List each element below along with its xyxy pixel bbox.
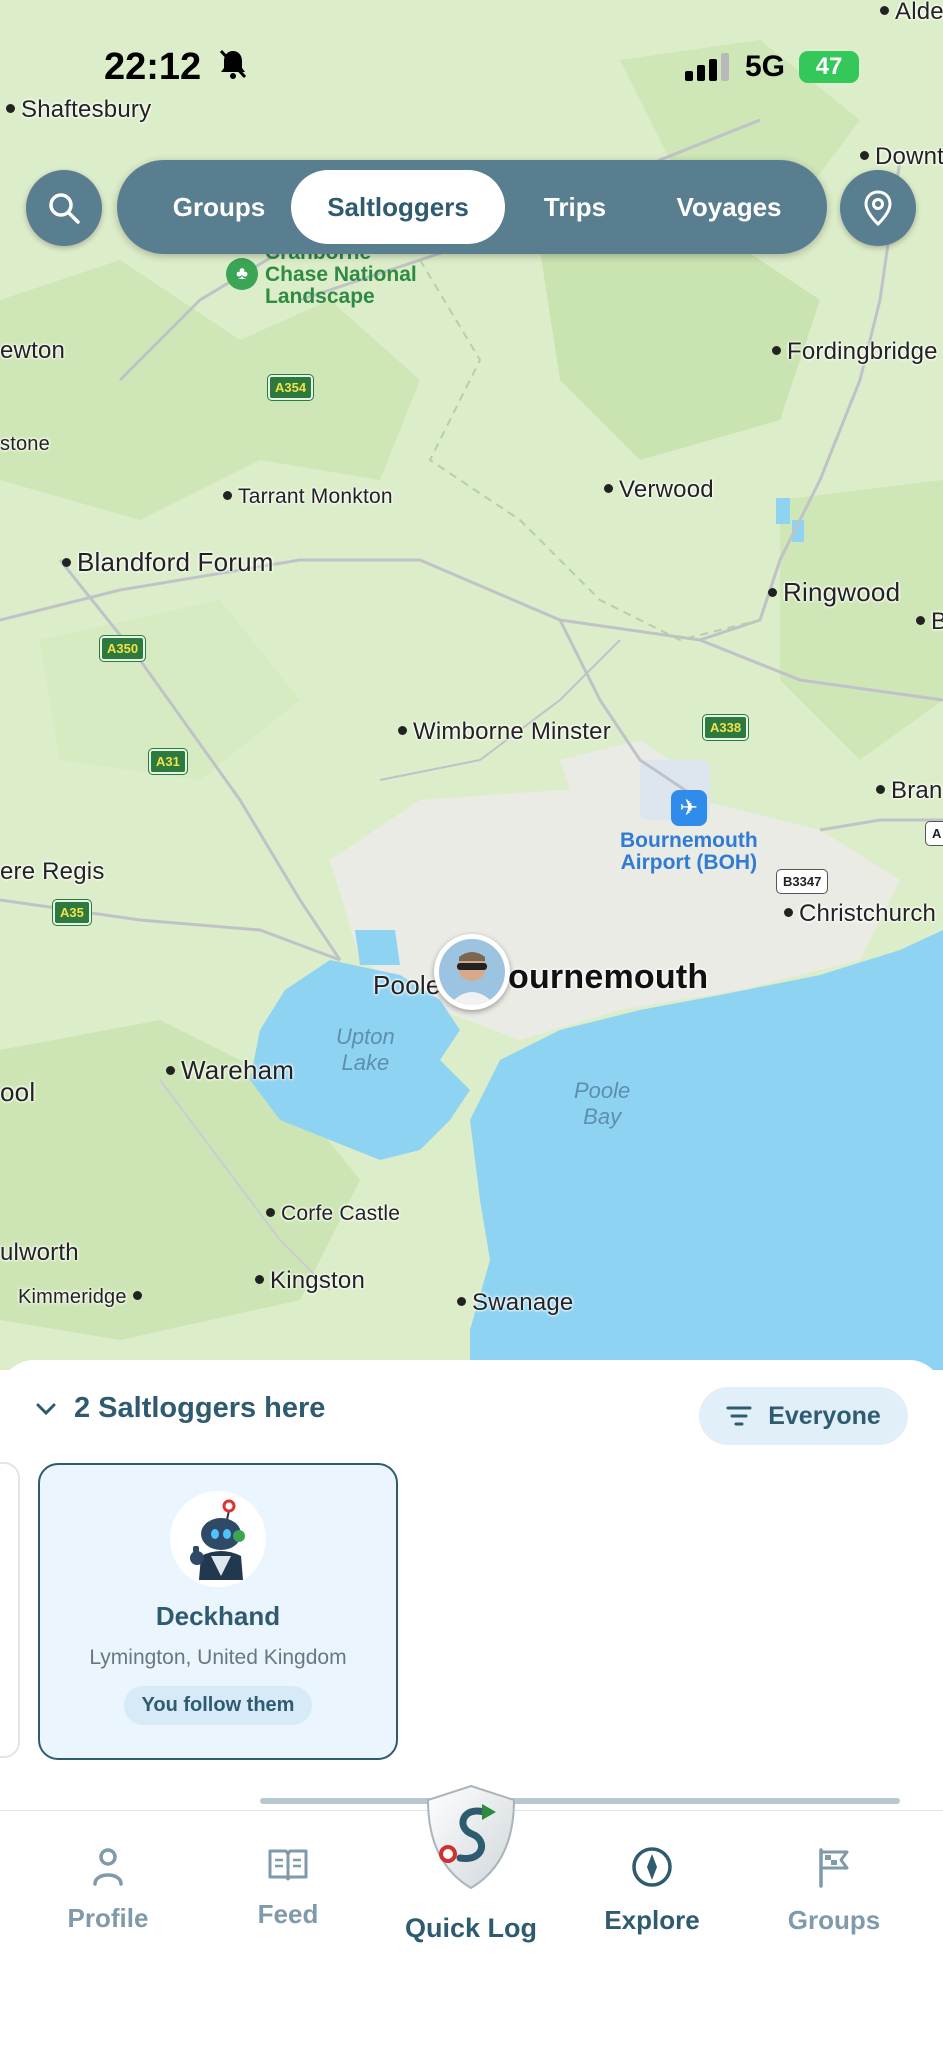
road-badge: A354 [268, 375, 314, 400]
profile-icon [93, 1848, 123, 1886]
status-time: 22:12 [104, 46, 248, 90]
filter-icon [726, 1406, 752, 1426]
audience-filter-button[interactable]: Everyone [699, 1387, 908, 1445]
sheet-title: 2 Saltloggers here [74, 1392, 326, 1424]
book-icon [268, 1849, 308, 1881]
water-label-upton-lake: Upton Lake [336, 1024, 395, 1075]
avatar-photo [439, 939, 505, 1005]
tab-label: Feed [257, 1899, 319, 1929]
airport-marker[interactable]: ✈ Bournemouth Airport (BOH) [620, 790, 758, 874]
tab-label: Groups [787, 1905, 881, 1935]
place-label: Shaftesbury [6, 96, 151, 124]
quick-log-button[interactable] [422, 1782, 520, 1892]
place-label: Bu [916, 608, 943, 636]
airplane-icon: ✈ [670, 790, 707, 826]
tab-groups-nav[interactable]: Groups [754, 1846, 914, 1936]
location-pin-icon [864, 190, 892, 226]
sheet-drag-handle[interactable] [260, 1798, 900, 1804]
city-label-bournemouth: ournemouth [508, 958, 709, 996]
robot-avatar-icon [190, 1499, 245, 1580]
tab-feed[interactable]: Feed [208, 1846, 368, 1930]
place-label: Swanage [457, 1289, 573, 1317]
road-badge: B3347 [777, 870, 828, 893]
tab-groups[interactable]: Groups [139, 170, 299, 244]
place-label: Wimborne Minster [398, 718, 611, 746]
place-label: Ringwood [768, 577, 900, 608]
place-label: Downt [860, 143, 943, 171]
place-label: Kimmeridge [18, 1286, 142, 1309]
park-icon: ♣ [226, 258, 258, 290]
tab-trips[interactable]: Trips [513, 170, 637, 244]
tab-label: Profile [67, 1903, 149, 1933]
user-name: Deckhand [155, 1601, 281, 1631]
user-location: Lymington, United Kingdom [89, 1646, 347, 1669]
tab-saltloggers[interactable]: Saltloggers [291, 170, 505, 244]
search-icon [49, 193, 80, 224]
tab-voyages[interactable]: Voyages [647, 170, 811, 244]
place-label: Bran [876, 777, 943, 805]
place-label: ewton [0, 337, 66, 364]
place-label: ere Regis [0, 858, 105, 885]
user-card[interactable]: Deckhand Lymington, United Kingdom You f… [38, 1463, 398, 1760]
road-badge: A338 [703, 715, 749, 740]
location-button[interactable] [840, 170, 916, 246]
place-label: ool [0, 1077, 36, 1107]
signal-icon [684, 53, 729, 81]
place-label: Verwood [604, 476, 714, 504]
place-label: ulworth [0, 1239, 79, 1266]
place-label: Fordingbridge [772, 338, 938, 366]
tab-explore[interactable]: Explore [572, 1846, 732, 1936]
chevron-down-icon[interactable] [36, 1402, 56, 1416]
road-badge: A350 [100, 636, 146, 661]
place-label: stone [0, 433, 50, 455]
battery-indicator: 47 [799, 51, 859, 83]
road-badge: A31 [149, 749, 187, 774]
place-label: Wareham [166, 1055, 294, 1086]
user-card-previous[interactable] [0, 1462, 20, 1758]
place-label: Alde [880, 0, 943, 26]
search-button[interactable] [26, 170, 102, 246]
place-label: Kingston [255, 1267, 365, 1295]
bell-muted-icon [218, 47, 248, 90]
avatar [170, 1491, 266, 1587]
sheet-header[interactable]: 2 Saltloggers here [36, 1392, 325, 1425]
follow-status-badge[interactable]: You follow them [123, 1686, 313, 1725]
tab-label: Explore [604, 1905, 700, 1935]
compass-icon [632, 1847, 672, 1887]
place-label: Corfe Castle [266, 1202, 400, 1226]
flag-icon [819, 1848, 849, 1888]
category-segmented-control: Groups Saltloggers Trips Voyages [117, 160, 827, 254]
place-label: Christchurch [784, 900, 936, 928]
filter-label: Everyone [768, 1401, 881, 1430]
water-label-poole-bay: Poole Bay [574, 1078, 631, 1129]
place-label: Poole [373, 970, 441, 1000]
place-label: Blandford Forum [62, 547, 274, 578]
carrier-label: 5G [744, 50, 785, 83]
status-right: 5G 47 [684, 50, 859, 84]
quick-log-label: Quick Log [404, 1913, 537, 1943]
user-location-avatar[interactable] [434, 934, 510, 1010]
place-label: Tarrant Monkton [223, 485, 393, 509]
road-badge: A35 [53, 900, 91, 925]
quick-log-shield-icon [426, 1784, 516, 1890]
road-badge: A [926, 822, 943, 845]
tab-profile[interactable]: Profile [28, 1846, 188, 1934]
